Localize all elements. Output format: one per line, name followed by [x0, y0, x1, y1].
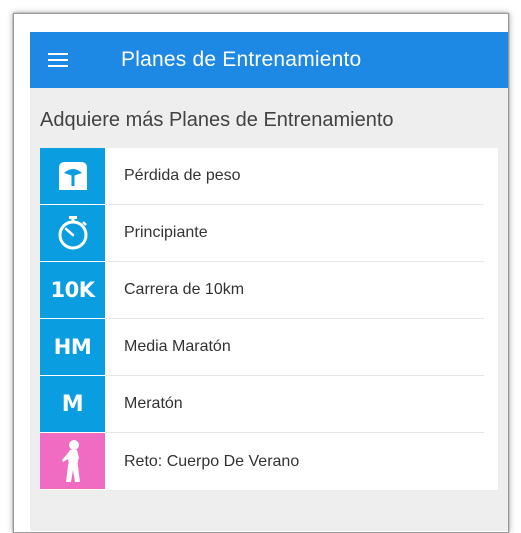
app-bar: Planes de Entrenamiento: [30, 32, 508, 88]
plan-label: Reto: Cuerpo De Verano: [124, 452, 300, 470]
10k-icon: 10K: [40, 262, 105, 319]
icon-label: 10K: [50, 278, 96, 302]
app-bar-title: Planes de Entrenamiento: [121, 48, 362, 71]
hamburger-menu-icon: [48, 53, 68, 67]
app-screen: Planes de Entrenamiento Adquiere más Pla…: [30, 32, 508, 531]
icon-label: M: [61, 391, 84, 417]
plan-label: Carrera de 10km: [105, 262, 484, 319]
plan-item-half-marathon[interactable]: HM Media Maratón: [40, 319, 498, 376]
plan-label: Media Maratón: [105, 319, 484, 376]
plan-item-beginner[interactable]: Principiante: [40, 205, 498, 262]
plan-item-summer-body[interactable]: Reto: Cuerpo De Verano: [40, 433, 498, 490]
plan-label: Principiante: [105, 205, 484, 262]
section-title: Adquiere más Planes de Entrenamiento: [40, 109, 394, 131]
icon-label: HM: [53, 335, 92, 359]
training-plans-list: Pérdida de peso Principiante 10K Carrera…: [40, 148, 498, 490]
marathon-icon: M: [40, 376, 105, 433]
stopwatch-icon: [40, 205, 105, 262]
plan-label: Meratón: [105, 376, 484, 433]
plan-item-weight-loss[interactable]: Pérdida de peso: [40, 148, 498, 205]
half-marathon-icon: HM: [40, 319, 105, 376]
plan-label: Pérdida de peso: [105, 148, 484, 205]
plan-item-marathon[interactable]: M Meratón: [40, 376, 498, 433]
scale-icon: [40, 148, 105, 205]
plan-item-10k[interactable]: 10K Carrera de 10km: [40, 262, 498, 319]
summer-body-icon: [40, 433, 105, 490]
menu-button[interactable]: [30, 32, 86, 88]
